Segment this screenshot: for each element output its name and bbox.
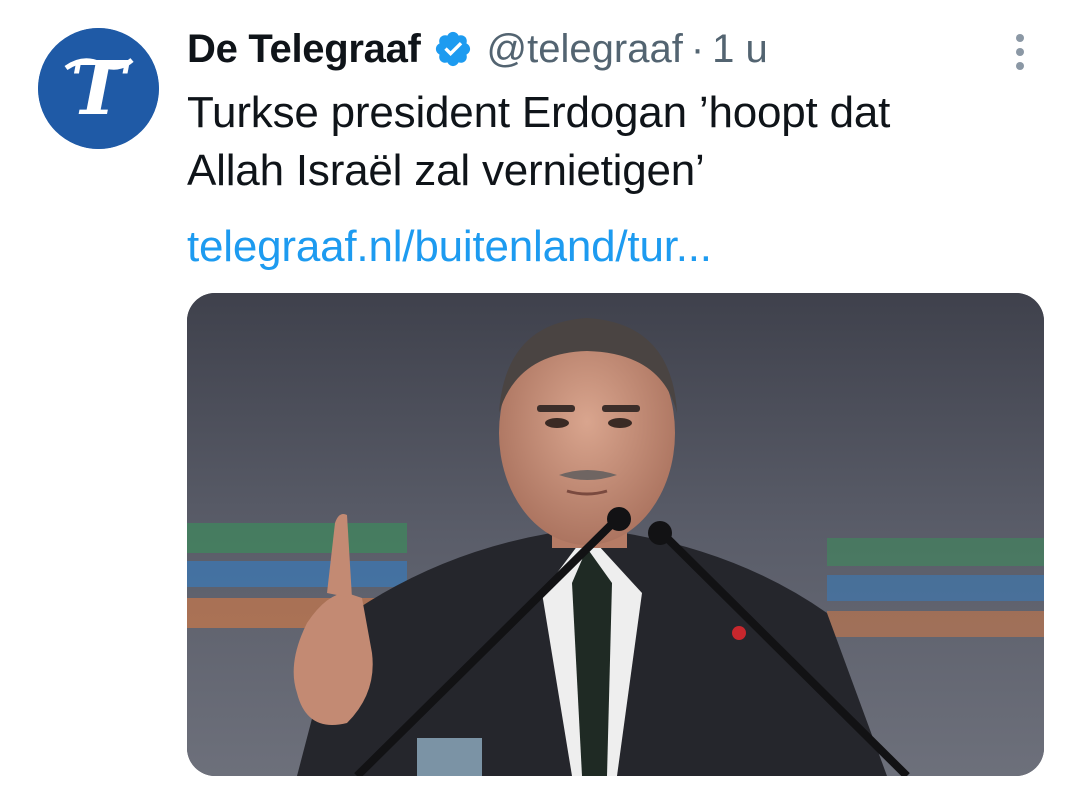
- more-options-icon[interactable]: [1008, 32, 1032, 72]
- author-avatar[interactable]: T: [38, 28, 159, 149]
- header-separator: ·: [690, 26, 705, 71]
- article-link[interactable]: telegraaf.nl/buitenland/tur...: [187, 218, 712, 276]
- verified-badge-icon: [433, 29, 473, 69]
- telegraaf-logo-icon: T: [38, 28, 159, 149]
- tweet-text-line: Allah Israël zal vernietigen’: [187, 146, 705, 195]
- svg-text:T: T: [70, 46, 130, 132]
- tweet-timestamp[interactable]: 1 u: [712, 27, 768, 72]
- photo-of-speaker-at-podium-icon: [187, 293, 1044, 776]
- tweet-header: De Telegraaf @telegraaf · 1 u: [187, 20, 768, 78]
- author-handle[interactable]: @telegraaf: [487, 27, 683, 72]
- tweet-text: Turkse president Erdogan ’hoopt dat Alla…: [187, 84, 1047, 200]
- tweet-card[interactable]: T De Telegraaf @telegraaf · 1 u Turkse p…: [0, 0, 1080, 787]
- author-display-name[interactable]: De Telegraaf: [187, 27, 421, 72]
- tweet-media-image[interactable]: [187, 293, 1044, 776]
- tweet-text-line: Turkse president Erdogan ’hoopt dat: [187, 88, 891, 137]
